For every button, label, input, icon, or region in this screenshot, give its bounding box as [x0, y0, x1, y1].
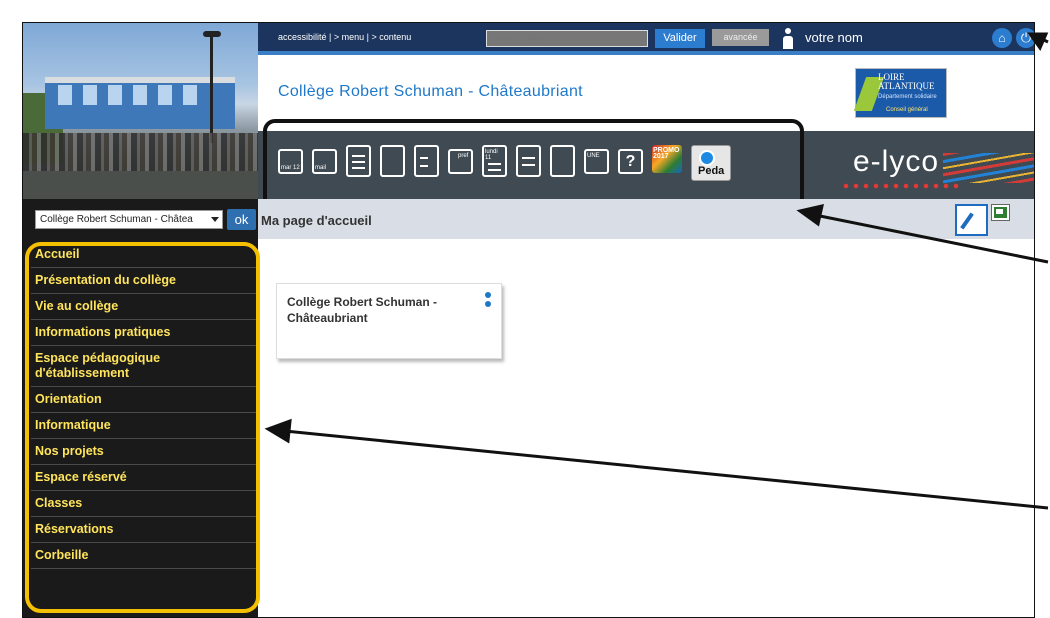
skip-links[interactable]: accessibilité | > menu | > contenu	[278, 32, 411, 42]
preferences-label: pref	[458, 153, 469, 159]
establishment-select[interactable]: Collège Robert Schuman - Châtea	[35, 210, 223, 229]
edit-page-icon[interactable]	[955, 204, 988, 236]
logo-line2: ATLANTIQUE	[878, 81, 935, 91]
left-sidebar: Collège Robert Schuman - Châtea ok Accue…	[23, 23, 260, 617]
sidebar-item-orientation[interactable]: Orientation	[31, 387, 256, 413]
textbook-icon[interactable]	[516, 145, 541, 177]
mail-label: mail	[315, 165, 327, 171]
home-icon[interactable]: ⌂	[992, 28, 1012, 48]
sidebar-menu: Accueil Présentation du collège Vie au c…	[31, 243, 256, 569]
portal-window: Collège Robert Schuman - Châtea ok Accue…	[22, 22, 1035, 618]
power-icon[interactable]: ⏻	[1016, 28, 1034, 48]
advanced-search-button[interactable]: avancée	[712, 29, 769, 46]
page-header-bar: Ma page d'accueil	[258, 199, 1034, 239]
welcome-card: Collège Robert Schuman - Châteaubriant	[276, 283, 502, 359]
logo-line4: Conseil général	[886, 107, 928, 113]
school-photo	[23, 23, 258, 199]
arrow-power	[1039, 36, 1049, 44]
search-input[interactable]	[486, 30, 648, 47]
loire-atlantique-logo: LOIRE ATLANTIQUE Département solidaire Co…	[853, 68, 947, 118]
sidebar-item-projets[interactable]: Nos projets	[31, 439, 256, 465]
user-name[interactable]: votre nom	[805, 30, 863, 45]
logo-line3: Département solidaire	[878, 94, 937, 100]
sidebar-item-espace-reserve[interactable]: Espace réservé	[31, 465, 256, 491]
top-bar: accessibilité | > menu | > contenu Valid…	[258, 23, 1034, 55]
book-icon[interactable]	[550, 145, 575, 177]
card-menu-icon[interactable]	[485, 292, 491, 310]
sidebar-item-corbeille[interactable]: Corbeille	[31, 543, 256, 569]
promo-icon[interactable]: PROMO 2017	[652, 145, 682, 173]
promo-label: PROMO 2017	[653, 147, 680, 160]
card-title: Collège Robert Schuman - Châteaubriant	[287, 295, 438, 325]
peda-label: Peda	[698, 165, 725, 177]
timetable-icon[interactable]: lundi 11	[482, 145, 507, 177]
mail-icon[interactable]: mail	[312, 149, 337, 174]
sidebar-item-informations[interactable]: Informations pratiques	[31, 320, 256, 346]
expand-icon[interactable]	[991, 204, 1010, 221]
establishment-select-value: Collège Robert Schuman - Châtea	[40, 214, 193, 225]
app-toolbar: mar 12 mail pref lundi 11 UNE ? PROMO 20…	[258, 131, 1034, 199]
sidebar-item-espace-pedagogique[interactable]: Espace pédagogique d'établissement	[31, 346, 256, 387]
user-icon	[782, 28, 794, 50]
preferences-icon[interactable]: pref	[448, 149, 473, 174]
site-title: Collège Robert Schuman - Châteaubriant	[278, 83, 583, 100]
chevron-down-icon	[211, 217, 219, 222]
page-title: Ma page d'accueil	[261, 213, 372, 228]
sidebar-item-accueil[interactable]: Accueil	[31, 243, 256, 268]
sidebar-item-vie-college[interactable]: Vie au collège	[31, 294, 256, 320]
web-peda-icon[interactable]: Peda	[691, 145, 731, 181]
elyco-swoosh	[943, 153, 1034, 183]
calendar-label: mar 12	[281, 165, 300, 171]
calendar-icon[interactable]: mar 12	[278, 149, 303, 174]
help-icon[interactable]: ?	[618, 149, 643, 174]
ok-button[interactable]: ok	[227, 209, 256, 230]
documents-icon[interactable]	[380, 145, 405, 177]
favorites-icon[interactable]	[346, 145, 371, 177]
news-icon[interactable]: UNE	[584, 149, 609, 174]
news-label: UNE	[587, 153, 600, 159]
elyco-dots	[841, 183, 961, 189]
sidebar-item-informatique[interactable]: Informatique	[31, 413, 256, 439]
sidebar-item-presentation[interactable]: Présentation du collège	[31, 268, 256, 294]
elyco-logo: e-lyco	[853, 145, 940, 178]
search-submit-button[interactable]: Valider	[655, 29, 705, 48]
directory-icon[interactable]	[414, 145, 439, 177]
sidebar-item-classes[interactable]: Classes	[31, 491, 256, 517]
sidebar-item-reservations[interactable]: Réservations	[31, 517, 256, 543]
